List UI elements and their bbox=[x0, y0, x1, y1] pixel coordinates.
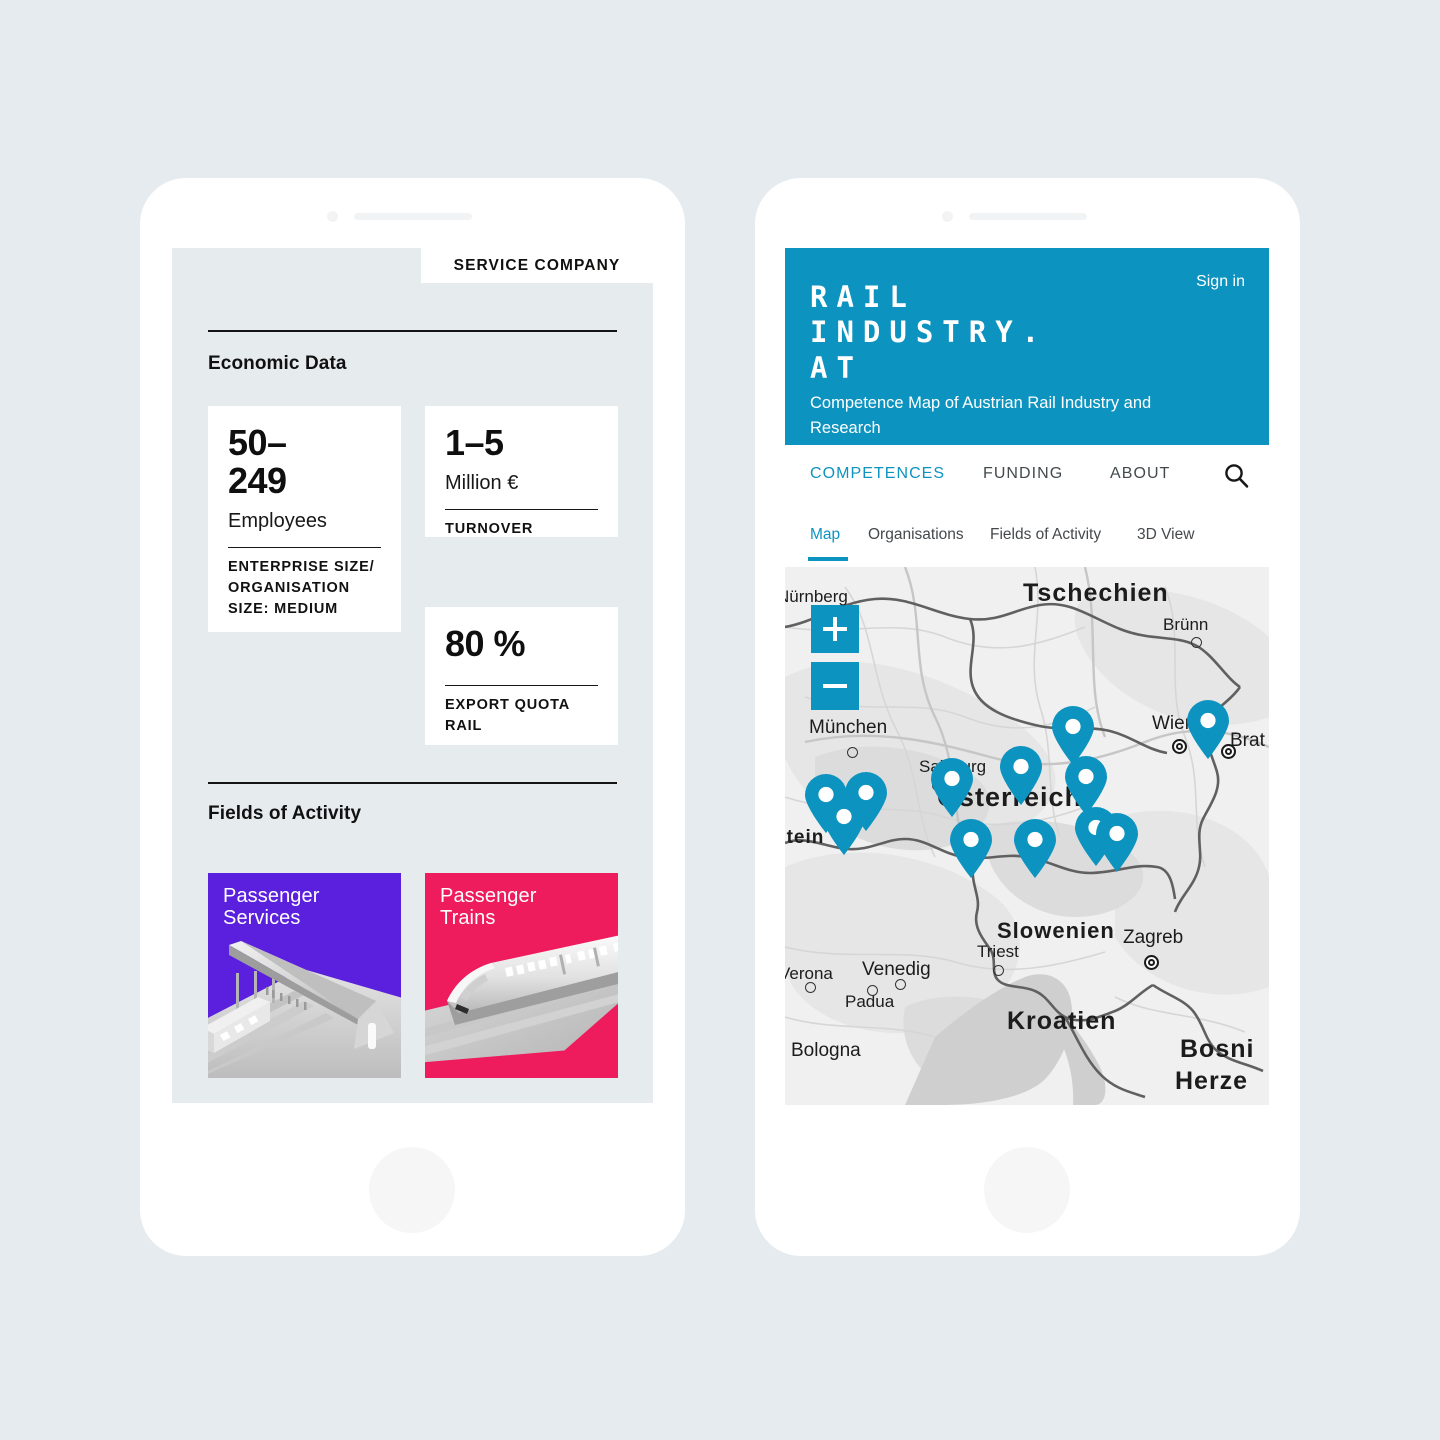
search-icon[interactable] bbox=[1222, 461, 1250, 489]
map-pin-marker[interactable] bbox=[843, 772, 889, 832]
map-pin-marker[interactable] bbox=[998, 746, 1044, 806]
phone-home-button-right[interactable] bbox=[984, 1147, 1070, 1233]
turnover-divider bbox=[445, 509, 598, 511]
tab-map-active-indicator bbox=[808, 557, 848, 561]
verona-dot bbox=[805, 982, 816, 993]
export-quota-label: EXPORT QUOTA RAIL bbox=[445, 697, 570, 735]
tab-map[interactable]: Map bbox=[810, 526, 840, 544]
tab-fields-of-activity[interactable]: Fields of Activity bbox=[990, 526, 1101, 544]
employees-value: 50– 249 bbox=[228, 422, 287, 502]
site-logo[interactable]: RAIL INDUSTRY. AT bbox=[810, 280, 1048, 386]
phone-camera-left bbox=[327, 211, 338, 222]
turnover-value: 1–5 bbox=[445, 422, 504, 463]
divider-economic-data bbox=[208, 330, 617, 332]
main-navigation: COMPETENCES FUNDING ABOUT bbox=[785, 445, 1269, 505]
map-pin-marker[interactable] bbox=[1012, 819, 1058, 879]
triest-dot bbox=[993, 965, 1004, 976]
economic-data-heading: Economic Data bbox=[208, 353, 347, 374]
employees-divider bbox=[228, 547, 381, 549]
map-zoom-in-button[interactable] bbox=[811, 605, 859, 653]
site-tagline: Competence Map of Austrian Rail Industry… bbox=[810, 394, 1152, 437]
employees-label: ENTERPRISE SIZE/ ORGANISATION SIZE: MEDI… bbox=[228, 559, 375, 618]
field-card-passenger-services[interactable]: Passenger Services bbox=[208, 873, 401, 1078]
field-card-passenger-services-title: Passenger Services bbox=[223, 885, 320, 930]
stat-card-export-quota[interactable]: 80 % EXPORT QUOTA RAIL bbox=[425, 607, 618, 745]
turnover-label: TURNOVER bbox=[445, 521, 534, 538]
nav-item-about[interactable]: ABOUT bbox=[1110, 465, 1170, 483]
map-pin-marker[interactable] bbox=[929, 758, 975, 818]
nav-item-competences[interactable]: COMPETENCES bbox=[810, 465, 945, 483]
export-quota-value: 80 % bbox=[445, 623, 526, 664]
turnover-sublabel: Million € bbox=[445, 472, 519, 495]
map-pin-marker[interactable] bbox=[948, 819, 994, 879]
field-card-passenger-trains-title: Passenger Trains bbox=[440, 885, 537, 930]
tab-organisations[interactable]: Organisations bbox=[868, 526, 964, 544]
sign-in-link[interactable]: Sign in bbox=[1196, 273, 1245, 291]
stat-card-employees[interactable]: 50– 249 Employees ENTERPRISE SIZE/ ORGAN… bbox=[208, 406, 401, 632]
zagreb-dot bbox=[1144, 955, 1159, 970]
map-zoom-out-button[interactable] bbox=[811, 662, 859, 710]
padua-dot bbox=[867, 985, 878, 996]
phone-home-button-left[interactable] bbox=[369, 1147, 455, 1233]
nav-item-funding[interactable]: FUNDING bbox=[983, 465, 1063, 483]
fields-of-activity-heading: Fields of Activity bbox=[208, 803, 362, 824]
sub-navigation: Map Organisations Fields of Activity 3D … bbox=[785, 505, 1269, 567]
map-pin-marker[interactable] bbox=[1094, 813, 1140, 873]
stat-card-turnover[interactable]: 1–5 Million € TURNOVER bbox=[425, 406, 618, 537]
mockup-stage: SERVICE COMPANY Economic Data 50– 249 Em… bbox=[0, 0, 1440, 1440]
left-screen: SERVICE COMPANY Economic Data 50– 249 Em… bbox=[172, 248, 653, 1103]
bruenn-dot bbox=[1191, 637, 1202, 648]
phone-speaker-right bbox=[969, 213, 1087, 220]
venedig-dot bbox=[895, 979, 906, 990]
divider-fields-of-activity bbox=[208, 782, 617, 784]
right-screen: RAIL INDUSTRY. AT Competence Map of Aust… bbox=[785, 248, 1269, 1105]
competence-map[interactable]: TschechienBrünnNürnbergMünchenSalzburgÖs… bbox=[785, 567, 1269, 1105]
service-company-badge: SERVICE COMPANY bbox=[421, 248, 653, 283]
tab-3d-view[interactable]: 3D View bbox=[1137, 526, 1194, 544]
muenchen-dot bbox=[847, 747, 858, 758]
phone-camera-right bbox=[942, 211, 953, 222]
field-card-passenger-trains[interactable]: Passenger Trains bbox=[425, 873, 618, 1078]
map-pin-marker[interactable] bbox=[1185, 700, 1231, 760]
phone-speaker-left bbox=[354, 213, 472, 220]
employees-sublabel: Employees bbox=[228, 510, 327, 533]
export-quota-divider bbox=[445, 685, 598, 687]
brand-header: RAIL INDUSTRY. AT Competence Map of Aust… bbox=[785, 248, 1269, 445]
